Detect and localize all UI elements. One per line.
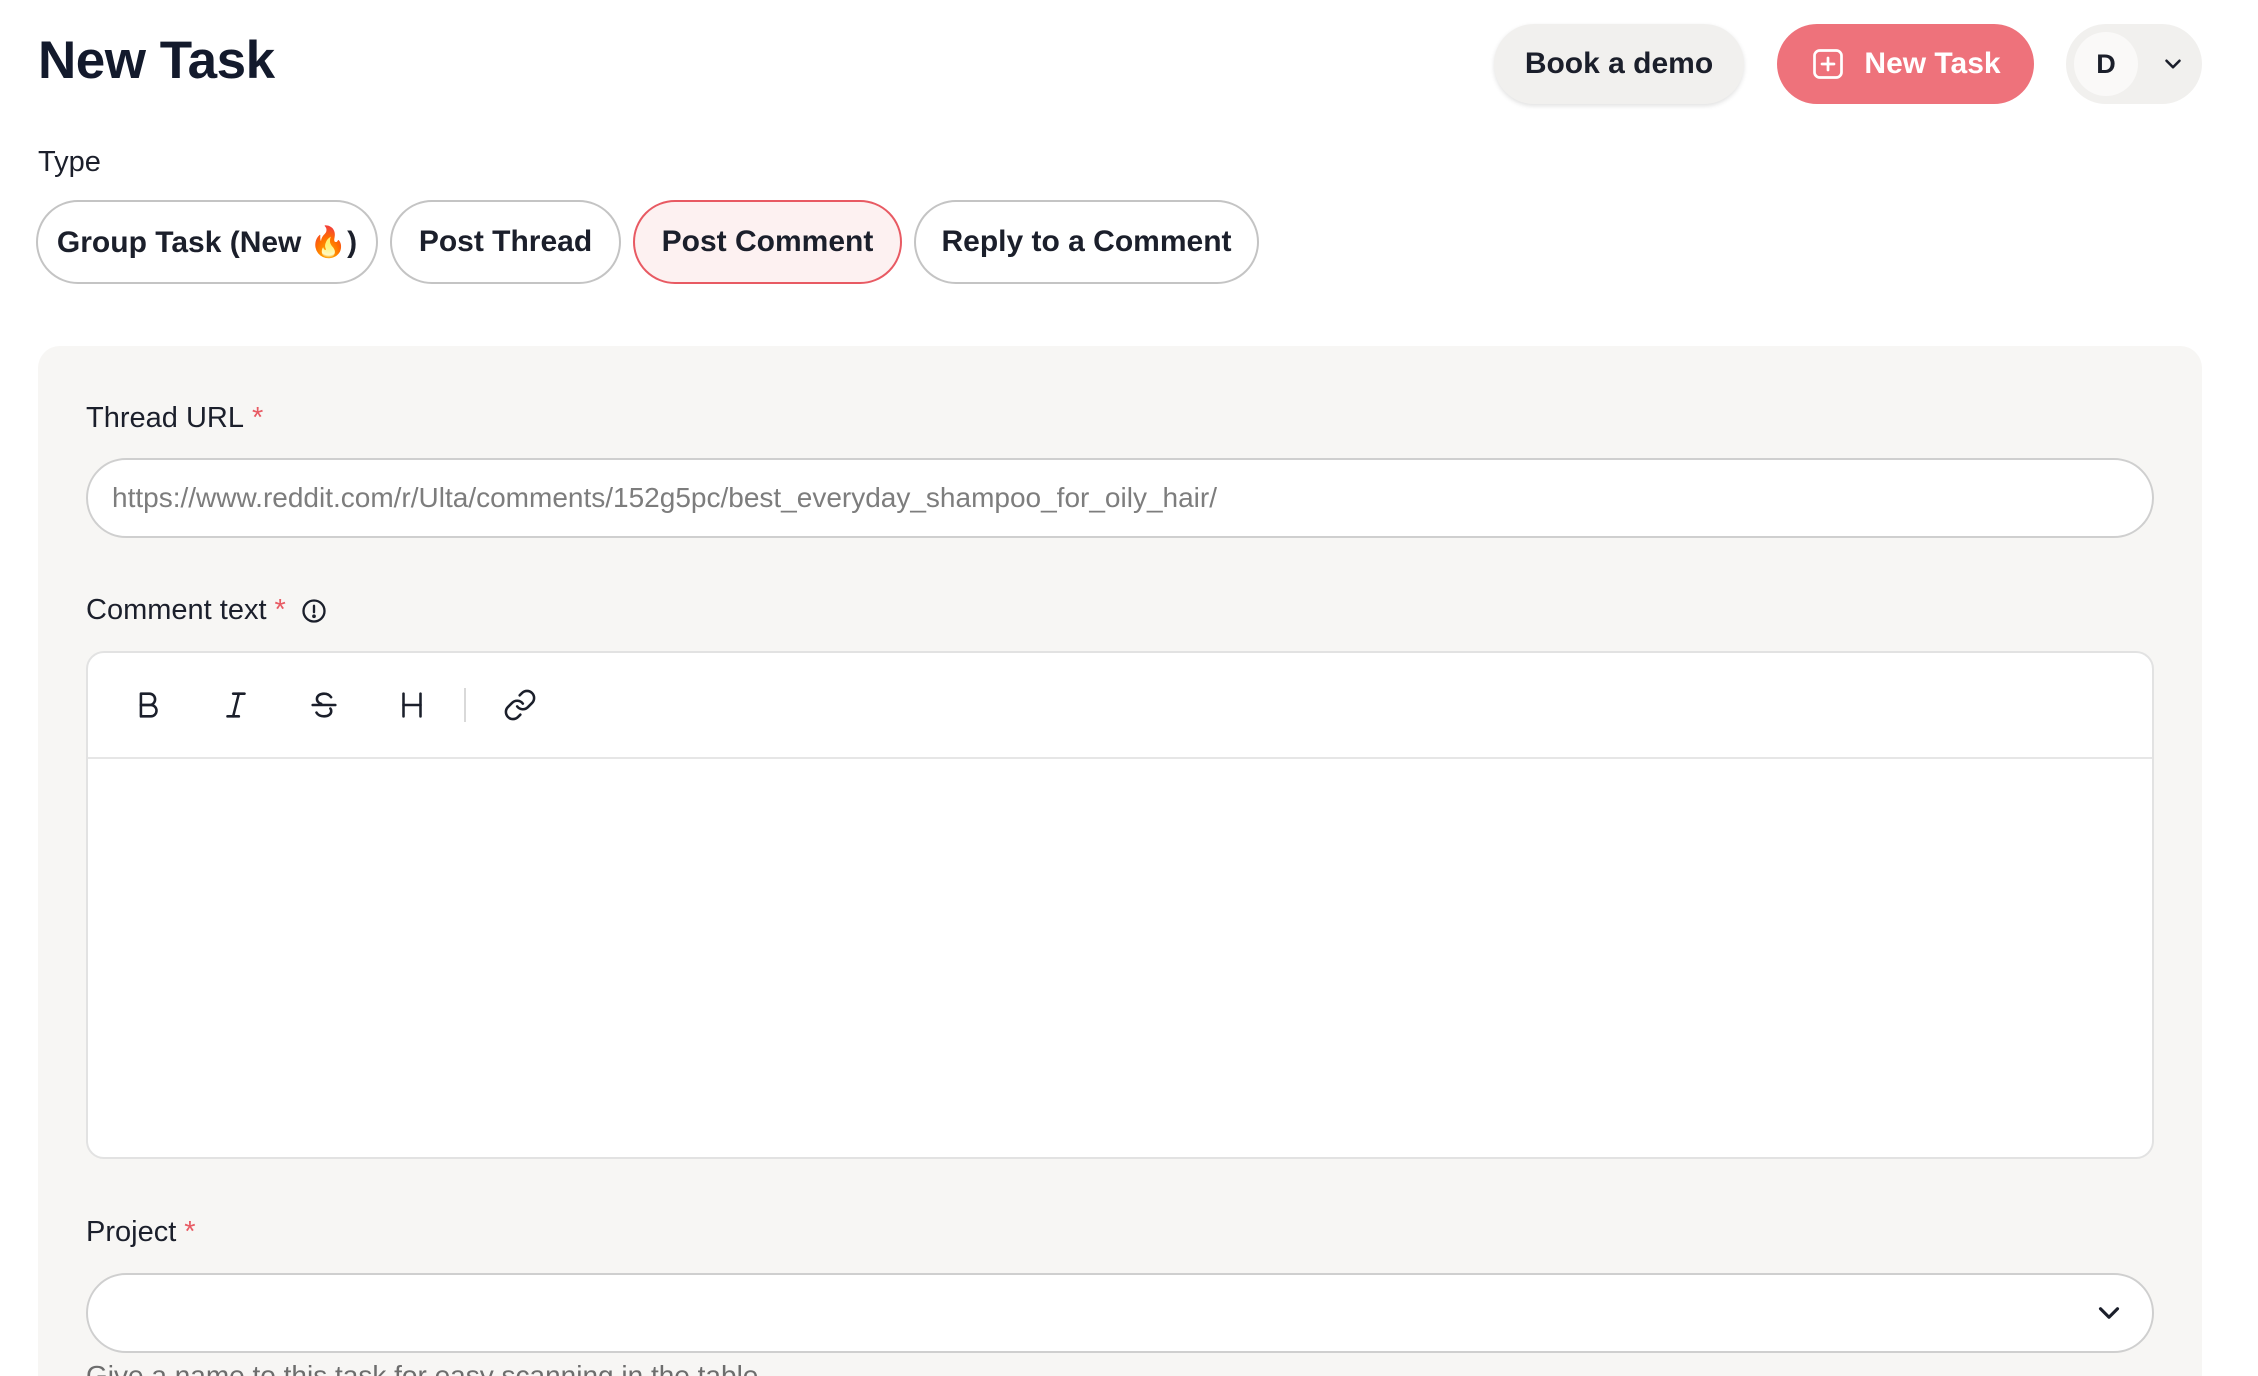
project-hint-text: Give a name to this task for easy scanni… [86,1360,759,1376]
thread-url-input[interactable] [86,458,2154,538]
strikethrough-button[interactable] [294,675,354,735]
comment-editor [86,651,2154,1159]
heading-icon [402,692,422,718]
plus-square-icon [1813,49,1844,79]
avatar: D [2074,32,2138,96]
italic-button[interactable] [206,675,266,735]
thread-url-label: Thread URL * [86,402,263,435]
comment-text-label-text: Comment text [86,594,267,626]
editor-toolbar [88,653,2152,759]
toolbar-divider [464,688,466,722]
type-label: Type [38,146,101,178]
user-menu[interactable]: D [2066,24,2202,104]
chevron-down-icon [2165,59,2181,69]
required-mark: * [184,1216,196,1248]
type-option-post-thread[interactable]: Post Thread [390,200,621,284]
project-select[interactable] [86,1273,2154,1353]
link-icon [504,689,536,721]
link-button[interactable] [490,675,550,735]
required-mark: * [251,402,264,434]
type-option-reply-to-comment[interactable]: Reply to a Comment [914,200,1259,284]
type-option-post-comment[interactable]: Post Comment [633,200,902,284]
project-label: Project * [86,1216,196,1249]
strikethrough-icon [311,692,337,718]
italic-icon [226,692,246,718]
required-mark: * [274,594,286,626]
info-icon[interactable] [300,597,328,625]
bold-button[interactable] [118,675,178,735]
new-task-label: New Task [1864,47,2001,80]
comment-text-label: Comment text * [86,594,328,627]
page-title: New Task [38,31,275,90]
new-task-page: New Task Book a demo New Task D Type Gro… [0,0,2258,1376]
type-option-group-task[interactable]: Group Task (New 🔥) [36,200,378,284]
chevron-down-icon [2098,1307,2120,1319]
heading-button[interactable] [382,675,442,735]
comment-text-area[interactable] [88,759,2152,1157]
bold-icon [139,692,158,718]
thread-url-label-text: Thread URL [86,402,244,434]
book-demo-button[interactable]: Book a demo [1494,24,1744,104]
project-label-text: Project [86,1216,177,1248]
new-task-button[interactable]: New Task [1777,24,2034,104]
